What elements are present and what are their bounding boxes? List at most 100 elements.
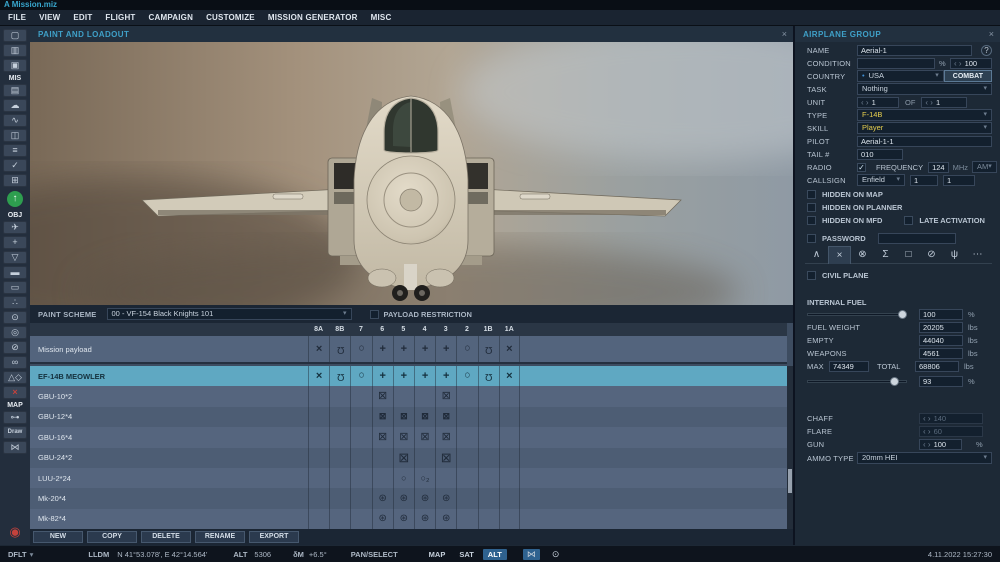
tab-radio[interactable]: ψ — [943, 246, 966, 264]
store-icon-gbu_lg[interactable]: ⊠ — [435, 447, 456, 468]
spawn-button[interactable]: ↑ — [7, 191, 23, 207]
clock-icon[interactable]: ⊙ — [548, 549, 564, 560]
store-icon-rail[interactable]: × — [308, 336, 329, 362]
total-weight-field[interactable]: 68806 — [915, 360, 959, 372]
empty-cell[interactable] — [498, 508, 520, 530]
empty-cell[interactable] — [329, 447, 350, 468]
store-icon-missile[interactable]: Ω — [329, 366, 350, 387]
modulation-dropdown[interactable]: AM ▾ — [972, 161, 997, 173]
max-weight-field[interactable]: 74349 — [829, 360, 869, 372]
empty-cell[interactable] — [329, 406, 350, 428]
internal-fuel-field[interactable]: 100 — [919, 308, 963, 320]
zone-icon[interactable]: ⊘ — [3, 341, 27, 354]
close-icon[interactable]: × — [989, 29, 994, 39]
empty-cell[interactable] — [308, 406, 329, 428]
empty-cell[interactable] — [350, 406, 371, 428]
rail-icon[interactable]: ⊙ — [3, 311, 27, 324]
menu-customize[interactable]: CUSTOMIZE — [206, 13, 255, 22]
payload-row-gbu-16-4[interactable]: GBU-16*4 ⊠ ⊠ ⊠ ⊠ — [30, 427, 787, 448]
hidden-on-map-checkbox[interactable] — [807, 189, 816, 199]
empty-cell[interactable] — [477, 427, 499, 448]
store-icon-mk20[interactable]: ⊛ — [413, 508, 435, 530]
static-object-icon[interactable]: ▭ — [3, 281, 27, 294]
empty-cell[interactable] — [308, 427, 329, 448]
empty-cell[interactable] — [456, 447, 477, 468]
payload-row-gbu-10-2[interactable]: GBU-10*2 ⊠ ⊠ — [30, 386, 787, 407]
store-icon-tank[interactable]: ○ — [456, 336, 477, 362]
empty-cell[interactable] — [329, 467, 350, 489]
store-icon-mk20[interactable]: ⊛ — [413, 488, 435, 509]
delete-icon[interactable]: × — [3, 386, 27, 399]
store-icon-gbu_lg[interactable]: ⊠ — [392, 447, 414, 468]
store-icon-tank[interactable]: ○ — [350, 336, 371, 362]
record-button[interactable]: ◉ — [8, 525, 22, 539]
rename-button[interactable]: RENAME — [195, 531, 245, 543]
store-icon-mk20[interactable]: ⊛ — [371, 488, 393, 509]
empty-cell[interactable] — [456, 488, 477, 509]
save-mission-icon[interactable]: ▣ — [3, 59, 27, 72]
empty-cell[interactable] — [456, 467, 477, 489]
target-icon[interactable]: ◎ — [3, 326, 27, 339]
store-icon-gbu[interactable]: ⊠ — [435, 427, 456, 448]
tab-more[interactable]: ⋯ — [966, 246, 989, 264]
empty-cell[interactable] — [350, 488, 371, 509]
empty-cell[interactable] — [350, 508, 371, 530]
unit-count-spinner[interactable]: ‹ › 1 — [857, 96, 899, 108]
store-icon-mk20[interactable]: ⊛ — [392, 508, 414, 530]
menu-misc[interactable]: MISC — [371, 13, 392, 22]
store-icon-missile[interactable]: Ω — [477, 336, 499, 362]
empty-cell[interactable] — [477, 488, 499, 509]
radio-checkbox[interactable]: ✓ — [857, 162, 866, 172]
tab-restrictions[interactable]: ⊘ — [920, 246, 943, 264]
empty-cell[interactable] — [413, 447, 435, 468]
menu-file[interactable]: FILE — [8, 13, 26, 22]
condition-spinner[interactable]: ‹ › 100 — [950, 57, 992, 69]
combat-button[interactable]: COMBAT — [943, 70, 992, 82]
map-scale-dropdown[interactable]: DFLT — [8, 550, 27, 559]
coord-system-label[interactable]: LLDM — [88, 550, 109, 559]
ruler-icon[interactable]: ⋈ — [522, 548, 540, 560]
store-icon-pylon[interactable]: + — [371, 336, 393, 362]
country-dropdown[interactable]: • USA ▾ — [857, 70, 944, 82]
weapons-weight-field[interactable]: 4561 — [919, 347, 963, 359]
store-icon-pylon[interactable]: + — [392, 366, 414, 387]
menu-mission-generator[interactable]: MISSION GENERATOR — [268, 13, 358, 22]
store-icon-rail[interactable]: × — [308, 366, 329, 387]
store-icon-flare_x2[interactable]: ○₂ — [413, 467, 435, 489]
skill-dropdown[interactable]: Player ▾ — [857, 122, 992, 134]
empty-weight-field[interactable]: 44040 — [919, 334, 963, 346]
empty-cell[interactable] — [371, 447, 393, 468]
empty-cell[interactable] — [308, 508, 329, 530]
password-field[interactable] — [877, 232, 956, 244]
empty-cell[interactable] — [456, 386, 477, 407]
empty-cell[interactable] — [477, 386, 499, 407]
civil-plane-checkbox[interactable] — [807, 270, 816, 280]
store-icon-rail[interactable]: × — [498, 336, 520, 362]
condition-field[interactable] — [857, 57, 935, 69]
empty-cell[interactable] — [350, 427, 371, 448]
store-icon-pylon[interactable]: + — [392, 336, 414, 362]
payload-row-ef-14b-meowler[interactable]: EF-14B MEOWLER × Ω ○ + + + + ○ Ω × — [30, 366, 787, 387]
payload-row-luu-2-24[interactable]: LUU-2*24 ○ ○₂ — [30, 467, 787, 489]
close-icon[interactable]: × — [782, 29, 787, 39]
empty-cell[interactable] — [350, 447, 371, 468]
empty-cell[interactable] — [456, 508, 477, 530]
frequency-field[interactable]: 124 — [928, 161, 949, 173]
total-fuel-slider[interactable] — [807, 376, 907, 386]
chain-icon[interactable]: ∞ — [3, 356, 27, 369]
copy-button[interactable]: COPY — [87, 531, 137, 543]
callsign-dropdown[interactable]: Enfield ▾ — [857, 174, 905, 186]
empty-cell[interactable] — [477, 508, 499, 530]
store-icon-gbu_sm[interactable]: ⊠ — [392, 406, 414, 428]
task-dropdown[interactable]: Nothing ▾ — [857, 83, 992, 95]
empty-cell[interactable] — [477, 467, 499, 489]
store-icon-tank[interactable]: ○ — [350, 366, 371, 387]
store-icon-flare[interactable]: ○ — [392, 467, 414, 489]
payload-row-gbu-24-2[interactable]: GBU-24*2 ⊠ ⊠ — [30, 447, 787, 468]
empty-cell[interactable] — [329, 488, 350, 509]
briefing-icon[interactable]: ▤ — [3, 84, 27, 97]
store-icon-mk20[interactable]: ⊛ — [371, 508, 393, 530]
store-icon-gbu_sm[interactable]: ⊠ — [371, 406, 393, 428]
store-icon-mk20[interactable]: ⊛ — [392, 488, 414, 509]
groups-icon[interactable]: ⊞ — [3, 174, 27, 187]
